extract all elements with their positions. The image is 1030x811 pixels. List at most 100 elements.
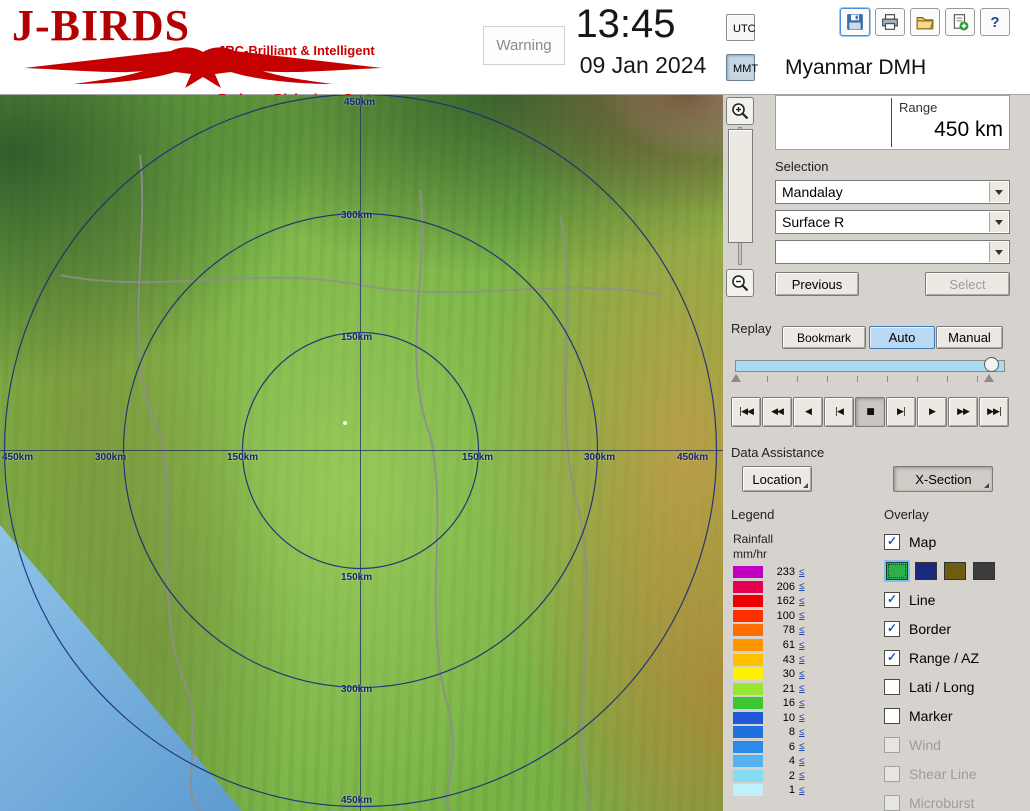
legend-value: 8 bbox=[769, 726, 795, 738]
timeline-ticks bbox=[737, 376, 1003, 382]
auto-button[interactable]: Auto bbox=[869, 326, 935, 349]
extra-dropdown[interactable] bbox=[775, 240, 1010, 264]
zoom-slider[interactable] bbox=[726, 127, 754, 265]
microburst-checkbox bbox=[884, 795, 900, 811]
print-button[interactable] bbox=[875, 8, 905, 36]
previous-button[interactable]: Previous bbox=[775, 272, 859, 296]
clock-time: 13:45 bbox=[563, 2, 688, 47]
map-style-swatch[interactable] bbox=[944, 562, 966, 580]
zoom-slider-thumb[interactable] bbox=[728, 129, 753, 243]
legend-lte-symbol: ≤ bbox=[799, 596, 805, 607]
lati-long-checkbox[interactable] bbox=[884, 679, 900, 695]
map-style-swatch[interactable] bbox=[915, 562, 937, 580]
data-assistance-label: Data Assistance bbox=[731, 445, 824, 460]
chevron-down-icon[interactable] bbox=[989, 242, 1008, 262]
overlay-item-map[interactable]: ✓Map bbox=[884, 527, 1030, 556]
playback-play-reverse-button[interactable]: ◀ bbox=[793, 397, 823, 427]
overlay-item-border[interactable]: ✓Border bbox=[884, 614, 1030, 643]
legend-color-swatch bbox=[733, 624, 763, 636]
legend-lte-symbol: ≤ bbox=[799, 785, 805, 796]
playback-skip-to-start-button[interactable]: |◀◀ bbox=[731, 397, 761, 427]
line-checkbox[interactable]: ✓ bbox=[884, 592, 900, 608]
legend-list: 233≤206≤162≤100≤78≤61≤43≤30≤21≤16≤10≤8≤6… bbox=[733, 565, 863, 798]
clock-date: 09 Jan 2024 bbox=[553, 52, 733, 79]
zoom-out-button[interactable] bbox=[726, 269, 754, 297]
legend-color-swatch bbox=[733, 595, 763, 607]
overlay-item-label: Marker bbox=[909, 708, 953, 724]
overlay-item-range-az[interactable]: ✓Range / AZ bbox=[884, 643, 1030, 672]
legend-value: 10 bbox=[769, 712, 795, 724]
x-section-button[interactable]: X-Section bbox=[893, 466, 993, 492]
bookmark-button[interactable]: Bookmark bbox=[782, 326, 866, 349]
legend-value: 162 bbox=[769, 595, 795, 607]
border-checkbox[interactable]: ✓ bbox=[884, 621, 900, 637]
legend-row: 6≤ bbox=[733, 740, 863, 755]
timezone-mmt-button[interactable]: MMT bbox=[726, 54, 755, 81]
playback-fast-forward-button[interactable]: ▶▶ bbox=[948, 397, 978, 427]
product-dropdown-value: Surface R bbox=[776, 211, 1009, 233]
open-file-button[interactable] bbox=[910, 8, 940, 36]
product-dropdown[interactable]: Surface R bbox=[775, 210, 1010, 234]
playback-play-button[interactable]: ▶ bbox=[917, 397, 947, 427]
legend-value: 16 bbox=[769, 697, 795, 709]
playback-stop-button[interactable]: ■ bbox=[855, 397, 885, 427]
legend-value: 1 bbox=[769, 784, 795, 796]
legend-color-swatch bbox=[733, 683, 763, 695]
legend-unit-line2: mm/hr bbox=[733, 547, 767, 561]
legend-lte-symbol: ≤ bbox=[799, 610, 805, 621]
range-ring-label: 450km bbox=[341, 795, 372, 806]
legend-row: 2≤ bbox=[733, 769, 863, 784]
legend-row: 78≤ bbox=[733, 623, 863, 638]
legend-value: 78 bbox=[769, 624, 795, 636]
map-style-swatch[interactable] bbox=[973, 562, 995, 580]
replay-timeline-slider[interactable] bbox=[735, 360, 1005, 372]
zoom-in-button[interactable] bbox=[726, 97, 754, 125]
overlay-item-marker[interactable]: Marker bbox=[884, 701, 1030, 730]
legend-lte-symbol: ≤ bbox=[799, 727, 805, 738]
magnifier-plus-icon bbox=[730, 101, 750, 121]
save-button[interactable] bbox=[840, 8, 870, 36]
header-bar: J-BIRDS JRC-Brilliant & Intelligent Rada… bbox=[0, 0, 1030, 95]
overlay-item-shear-line: Shear Line bbox=[884, 759, 1030, 788]
legend-row: 16≤ bbox=[733, 696, 863, 711]
legend-color-swatch bbox=[733, 668, 763, 680]
legend-row: 1≤ bbox=[733, 783, 863, 798]
legend-lte-symbol: ≤ bbox=[799, 683, 805, 694]
legend-color-swatch bbox=[733, 654, 763, 666]
legend-color-swatch bbox=[733, 610, 763, 622]
help-button[interactable]: ? bbox=[980, 8, 1010, 36]
legend-lte-symbol: ≤ bbox=[799, 654, 805, 665]
map-checkbox[interactable]: ✓ bbox=[884, 534, 900, 550]
legend-lte-symbol: ≤ bbox=[799, 770, 805, 781]
add-file-button[interactable] bbox=[945, 8, 975, 36]
playback-fast-rewind-button[interactable]: ◀◀ bbox=[762, 397, 792, 427]
overlay-item-line[interactable]: ✓Line bbox=[884, 585, 1030, 614]
location-button[interactable]: Location bbox=[742, 466, 812, 492]
legend-row: 4≤ bbox=[733, 754, 863, 769]
playback-skip-to-end-button[interactable]: ▶▶| bbox=[979, 397, 1009, 427]
manual-button[interactable]: Manual bbox=[936, 326, 1003, 349]
legend-lte-symbol: ≤ bbox=[799, 669, 805, 680]
timeline-thumb[interactable] bbox=[984, 357, 999, 372]
legend-value: 30 bbox=[769, 668, 795, 680]
overlay-item-lati-long[interactable]: Lati / Long bbox=[884, 672, 1030, 701]
timezone-utc-button[interactable]: UTC bbox=[726, 14, 755, 41]
chevron-down-icon[interactable] bbox=[989, 182, 1008, 202]
radar-map[interactable]: 450km 300km 150km 450km 300km 150km 150k… bbox=[0, 95, 723, 811]
map-style-swatch[interactable] bbox=[886, 562, 908, 580]
zoom-control bbox=[723, 95, 758, 301]
range-az-checkbox[interactable]: ✓ bbox=[884, 650, 900, 666]
chevron-down-icon[interactable] bbox=[989, 212, 1008, 232]
selection-label: Selection bbox=[775, 159, 828, 174]
marker-checkbox[interactable] bbox=[884, 708, 900, 724]
range-label: Range bbox=[899, 100, 937, 115]
range-value: 450 km bbox=[934, 118, 1003, 142]
playback-step-forward-button[interactable]: ▶| bbox=[886, 397, 916, 427]
playback-step-back-button[interactable]: |◀ bbox=[824, 397, 854, 427]
legend-row: 206≤ bbox=[733, 580, 863, 595]
site-dropdown[interactable]: Mandalay bbox=[775, 180, 1010, 204]
legend-value: 4 bbox=[769, 755, 795, 767]
save-icon bbox=[846, 13, 864, 31]
legend-color-swatch bbox=[733, 741, 763, 753]
legend-row: 8≤ bbox=[733, 725, 863, 740]
